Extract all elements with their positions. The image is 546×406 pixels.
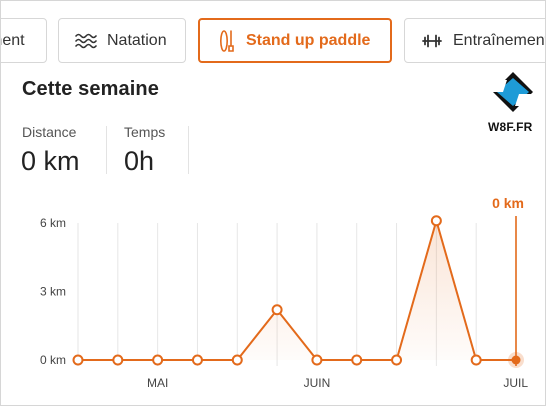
data-point: [271, 304, 283, 316]
tab-label: Entraînement: [453, 31, 546, 49]
stat-divider: [106, 126, 107, 174]
series-area: [78, 220, 516, 360]
x-tick-label: JUIL: [503, 376, 528, 390]
time-value: 0h: [124, 146, 155, 176]
distance-label: Distance: [22, 124, 77, 140]
data-point: [351, 354, 363, 366]
data-point: [311, 354, 323, 366]
data-point: [152, 354, 164, 366]
y-tick-label: 6 km: [40, 216, 66, 230]
tab-natation[interactable]: Natation: [58, 18, 186, 63]
data-point: [430, 215, 442, 227]
data-point: [112, 354, 124, 366]
data-point: [231, 354, 243, 366]
distance-chart: 0 km 3 km 6 km MAI JUIN JUIL 0 km: [40, 195, 528, 390]
sport-tabs: ment Natation Stand up paddle: [0, 0, 546, 78]
tab-stand-up-paddle[interactable]: Stand up paddle: [198, 18, 392, 63]
tab-label: Stand up paddle: [246, 31, 371, 49]
tab-label: Natation: [107, 31, 167, 49]
tab-entrainement[interactable]: Entraînement: [404, 18, 546, 63]
stat-divider: [188, 126, 189, 174]
data-point-highlight: [511, 355, 521, 365]
data-point: [470, 354, 482, 366]
tab-label: ment: [0, 31, 25, 49]
dumbbell-icon: [421, 34, 443, 48]
tab-previous-sport[interactable]: ment: [0, 18, 47, 63]
distance-value: 0 km: [21, 146, 80, 176]
week-title: Cette semaine: [22, 78, 159, 100]
data-point: [72, 354, 84, 366]
highlight-value-label: 0 km: [492, 195, 524, 211]
data-point: [191, 354, 203, 366]
paddle-board-icon: [218, 29, 236, 53]
swimming-waves-icon: [75, 32, 97, 50]
y-tick-label: 3 km: [40, 285, 66, 299]
x-tick-label: MAI: [147, 376, 168, 390]
data-point: [391, 354, 403, 366]
y-tick-label: 0 km: [40, 353, 66, 367]
x-tick-label: JUIN: [304, 376, 331, 390]
time-label: Temps: [124, 124, 166, 140]
watermark-text: W8F.FR: [488, 120, 533, 134]
